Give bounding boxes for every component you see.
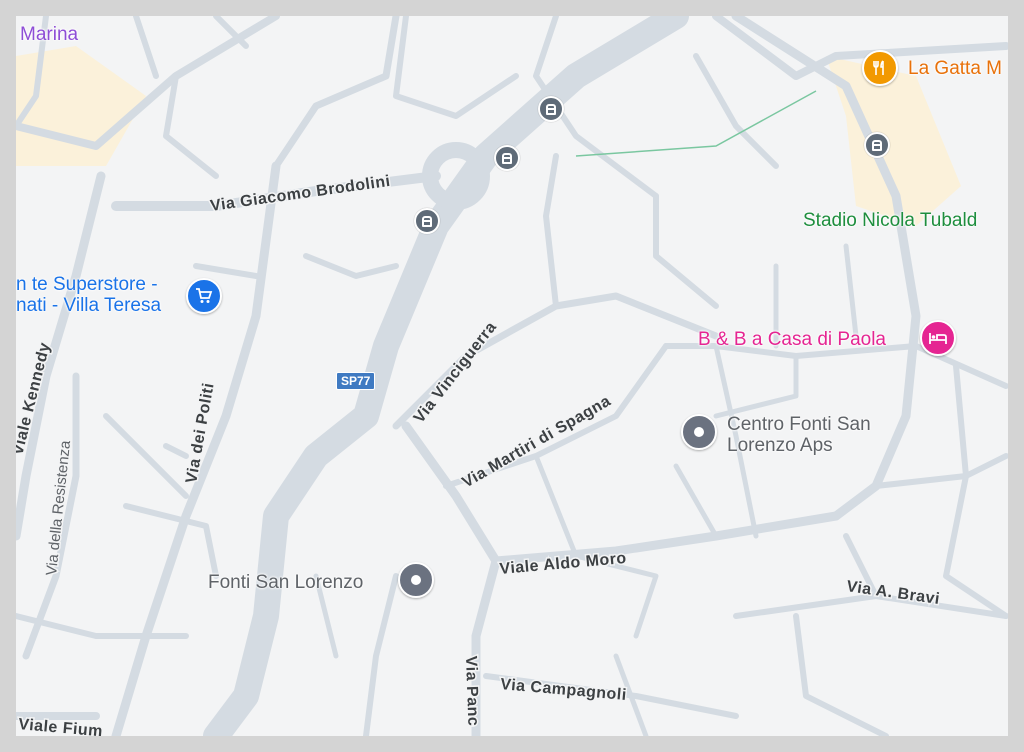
road <box>133 16 159 79</box>
road <box>491 511 841 566</box>
map-canvas[interactable]: Via Giacomo Brodolini Via Vinciguerra Vi… <box>16 16 1008 736</box>
poi-label-bnb[interactable]: B & B a Casa di Paola <box>698 329 886 350</box>
poi-label-fonti-san-lorenzo[interactable]: Fonti San Lorenzo <box>208 572 363 593</box>
street-label-via-campagnoli: Via Campagnoli <box>500 676 628 704</box>
poi-label-stadio[interactable]: Stadio Nicola Tubald <box>803 210 977 231</box>
map-viewport[interactable]: Via Giacomo Brodolini Via Vinciguerra Vi… <box>16 16 1008 736</box>
road-via-vinciguerra <box>392 292 720 430</box>
place-icon[interactable] <box>398 562 434 598</box>
street-label-via-a-bravi: Via A. Bravi <box>845 578 940 608</box>
street-label-via-giacomo-brodolini: Via Giacomo Brodolini <box>209 173 391 215</box>
road <box>393 16 519 119</box>
poi-label-centro-fonti-line1: Centro Fonti San <box>727 414 871 435</box>
road <box>653 193 719 309</box>
road <box>693 53 779 169</box>
road <box>843 243 859 339</box>
road <box>163 443 189 459</box>
poi-label-superstore-line2: nati - Villa Teresa <box>16 295 162 316</box>
road <box>533 453 579 559</box>
shopping-cart-icon[interactable] <box>186 278 222 314</box>
road <box>303 253 399 279</box>
street-label-via-martiri-di-spagna: Via Martiri di Spagna <box>460 393 614 492</box>
road <box>873 453 1008 489</box>
road <box>363 573 399 736</box>
poi-label-centro-fonti[interactable]: Centro Fonti San Lorenzo Aps <box>727 414 871 456</box>
bus-stop-icon[interactable] <box>414 208 440 234</box>
poi-label-centro-fonti-line2: Lorenzo Aps <box>727 435 833 456</box>
street-label-via-dei-politi: Via dei Politi <box>183 381 217 484</box>
street-label-via-panc: Via Panc <box>462 656 481 727</box>
trail <box>575 90 817 157</box>
poi-label-la-gatta[interactable]: La Gatta M <box>908 58 1002 79</box>
road <box>793 613 889 736</box>
route-shield-sp77: SP77 <box>336 372 376 390</box>
road <box>943 363 1008 619</box>
restaurant-icon[interactable] <box>862 50 898 86</box>
road <box>163 73 219 179</box>
road <box>543 153 559 309</box>
poi-label-superstore[interactable]: n te Superstore - nati - Villa Teresa <box>16 274 161 316</box>
poi-label-marina[interactable]: Marina <box>20 24 78 45</box>
street-label-via-vinciguerra: Via Vinciguerra <box>411 319 500 427</box>
place-icon[interactable] <box>681 414 717 450</box>
road <box>673 463 719 539</box>
park-area <box>16 46 146 166</box>
bus-stop-icon[interactable] <box>864 132 890 158</box>
poi-label-superstore-line1: n te Superstore - <box>16 274 158 295</box>
bed-icon[interactable] <box>920 320 956 356</box>
bus-stop-icon[interactable] <box>494 145 520 171</box>
road <box>103 413 189 499</box>
bus-stop-icon[interactable] <box>538 96 564 122</box>
road <box>272 16 400 170</box>
road <box>193 263 259 279</box>
road <box>733 593 879 619</box>
